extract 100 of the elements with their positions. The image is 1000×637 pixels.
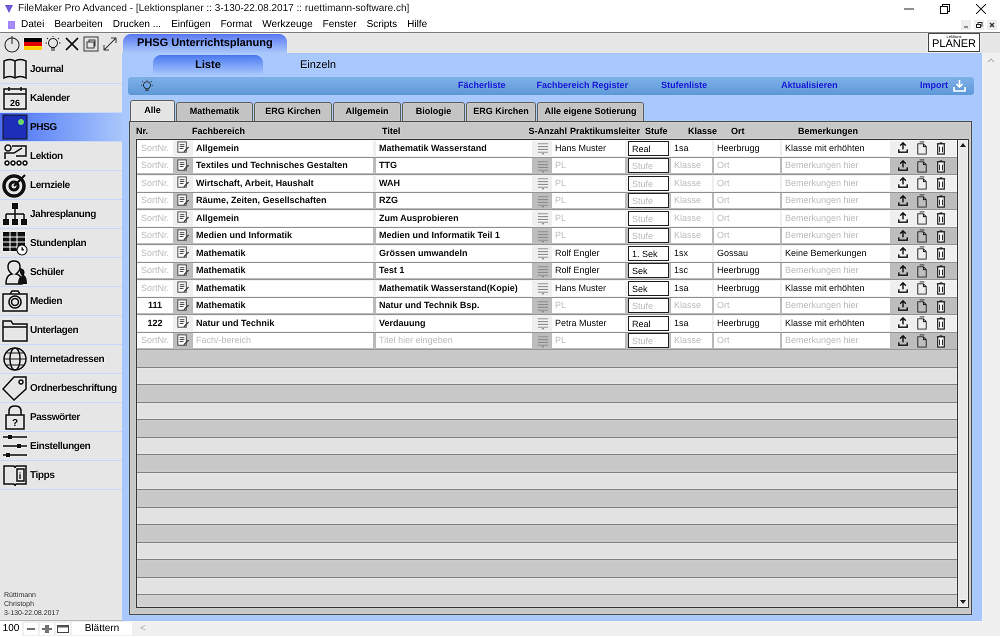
windows-icon[interactable] — [83, 36, 99, 52]
zoom-level[interactable]: 100 — [0, 621, 22, 636]
level-field[interactable]: Sek — [628, 280, 669, 296]
subject-field[interactable]: Allgemein — [193, 210, 373, 226]
menu-item[interactable]: Datei — [21, 17, 44, 32]
link[interactable]: Fachbereich Register — [536, 79, 628, 93]
subject-field[interactable]: Mathematik — [193, 263, 373, 278]
subject-field[interactable]: Textiles und Technisches Gestalten — [193, 158, 373, 174]
location-field[interactable]: Heerbrugg — [714, 316, 780, 331]
flag-icon[interactable] — [24, 38, 42, 50]
sidebar-item[interactable]: Internetadressen — [0, 345, 122, 374]
supervisor-field[interactable]: Rolf Engler — [552, 246, 625, 261]
sidebar-item[interactable]: Einstellungen — [0, 432, 122, 461]
edit-icon[interactable] — [176, 158, 190, 173]
upload-icon[interactable] — [896, 228, 910, 243]
power-icon[interactable] — [3, 35, 21, 53]
trash-icon[interactable] — [934, 334, 948, 348]
edit-icon[interactable] — [176, 194, 190, 208]
copy-icon[interactable] — [915, 298, 929, 313]
lines-icon[interactable] — [536, 316, 550, 330]
tab[interactable]: Alle eigene Sotierung — [537, 102, 644, 121]
edit-icon[interactable] — [176, 246, 190, 260]
minimize-icon[interactable] — [961, 20, 971, 30]
remarks-field[interactable]: Klasse mit erhöhten — [782, 280, 890, 296]
sidebar-item[interactable]: ? Passwörter — [0, 403, 122, 432]
supervisor-field[interactable]: Petra Muster — [552, 316, 625, 331]
upload-icon[interactable] — [896, 316, 910, 330]
upload-icon[interactable] — [896, 298, 910, 313]
class-field[interactable]: 1sa — [671, 280, 712, 296]
title-field[interactable]: Test 1 — [376, 263, 532, 278]
lines-icon[interactable] — [536, 246, 550, 260]
edit-icon[interactable] — [176, 281, 190, 296]
location-field[interactable]: Heerbrugg — [714, 263, 780, 278]
copy-icon[interactable] — [915, 334, 929, 348]
copy-icon[interactable] — [915, 158, 929, 173]
tab[interactable]: Alle — [130, 100, 175, 121]
link[interactable]: Stufenliste — [661, 79, 708, 93]
edit-icon[interactable] — [176, 298, 190, 313]
title-field[interactable]: Grössen umwandeln — [376, 246, 532, 261]
lines-icon[interactable] — [536, 211, 550, 226]
trash-icon[interactable] — [934, 211, 948, 226]
copy-icon[interactable] — [915, 194, 929, 208]
level-field[interactable]: Sek — [628, 263, 669, 278]
upload-icon[interactable] — [896, 211, 910, 226]
remarks-field[interactable]: Klasse mit erhöhten — [782, 316, 890, 331]
supervisor-field[interactable]: Hans Muster — [552, 280, 625, 296]
sidebar-item[interactable]: Medien — [0, 287, 122, 316]
location-field[interactable]: Heerbrugg — [714, 140, 780, 156]
title-field[interactable]: Verdauung — [376, 316, 532, 331]
layout-tab[interactable]: PHSG Unterrichtsplanung — [123, 34, 287, 53]
tab[interactable]: ERG Kirchen — [254, 102, 332, 121]
trash-icon[interactable] — [934, 228, 948, 243]
location-field[interactable]: Gossau — [714, 246, 780, 261]
toolbar-toggle-icon[interactable] — [56, 622, 70, 634]
link[interactable]: Fächerliste — [458, 79, 506, 93]
sidebar-item[interactable]: Schüler — [0, 258, 122, 287]
trash-icon[interactable] — [934, 281, 948, 296]
resize-icon[interactable] — [102, 36, 118, 52]
upload-icon[interactable] — [896, 281, 910, 296]
edit-icon[interactable] — [176, 228, 190, 243]
trash-icon[interactable] — [934, 194, 948, 208]
subject-field[interactable]: Allgemein — [193, 140, 373, 156]
trash-icon[interactable] — [934, 246, 948, 260]
trash-icon[interactable] — [934, 298, 948, 313]
menu-item[interactable]: Bearbeiten — [54, 17, 103, 32]
level-field[interactable]: Real — [628, 140, 669, 156]
edit-icon[interactable] — [176, 264, 190, 278]
class-field[interactable]: 1sa — [671, 140, 712, 156]
menu-item[interactable]: Werkzeuge — [262, 17, 313, 32]
title-field[interactable]: Zum Ausprobieren — [376, 210, 532, 226]
title-field[interactable]: Natur und Technik Bsp. — [376, 298, 532, 314]
subject-field[interactable]: Wirtschaft, Arbeit, Haushalt — [193, 176, 373, 191]
mode-button[interactable]: Blättern — [72, 622, 132, 635]
lines-icon[interactable] — [536, 281, 550, 296]
upload-icon[interactable] — [896, 176, 910, 190]
level-field[interactable]: Real — [628, 316, 669, 331]
copy-icon[interactable] — [915, 211, 929, 226]
copy-icon[interactable] — [915, 281, 929, 296]
copy-icon[interactable] — [915, 228, 929, 243]
title-field[interactable]: Mathematik Wasserstand(Kopie) — [376, 280, 532, 296]
upload-icon[interactable] — [896, 264, 910, 278]
close-icon[interactable] — [987, 20, 997, 30]
title-field[interactable]: TTG — [376, 158, 532, 174]
menu-item[interactable]: Fenster — [322, 17, 357, 32]
menu-item[interactable]: Format — [220, 17, 252, 32]
class-field[interactable]: 1sa — [671, 316, 712, 331]
sidebar-item[interactable]: PHSG — [0, 113, 122, 142]
tab[interactable]: Biologie — [402, 102, 465, 121]
subject-field[interactable]: Räume, Zeiten, Gesellschaften — [193, 193, 373, 208]
upload-icon[interactable] — [896, 194, 910, 208]
close-icon[interactable] — [976, 4, 986, 14]
edit-icon[interactable] — [176, 334, 190, 348]
title-field[interactable]: WAH — [376, 176, 532, 191]
edit-icon[interactable] — [176, 141, 190, 156]
import-button[interactable]: Import — [920, 79, 966, 93]
remarks-field[interactable]: Klasse mit erhöhten — [782, 140, 890, 156]
sidebar-item[interactable]: Ordnerbeschriftung — [0, 374, 122, 403]
link[interactable]: Aktualisieren — [781, 79, 838, 93]
level-field[interactable]: 1. Sek — [628, 246, 669, 261]
zoom-in-icon[interactable] — [40, 622, 54, 634]
